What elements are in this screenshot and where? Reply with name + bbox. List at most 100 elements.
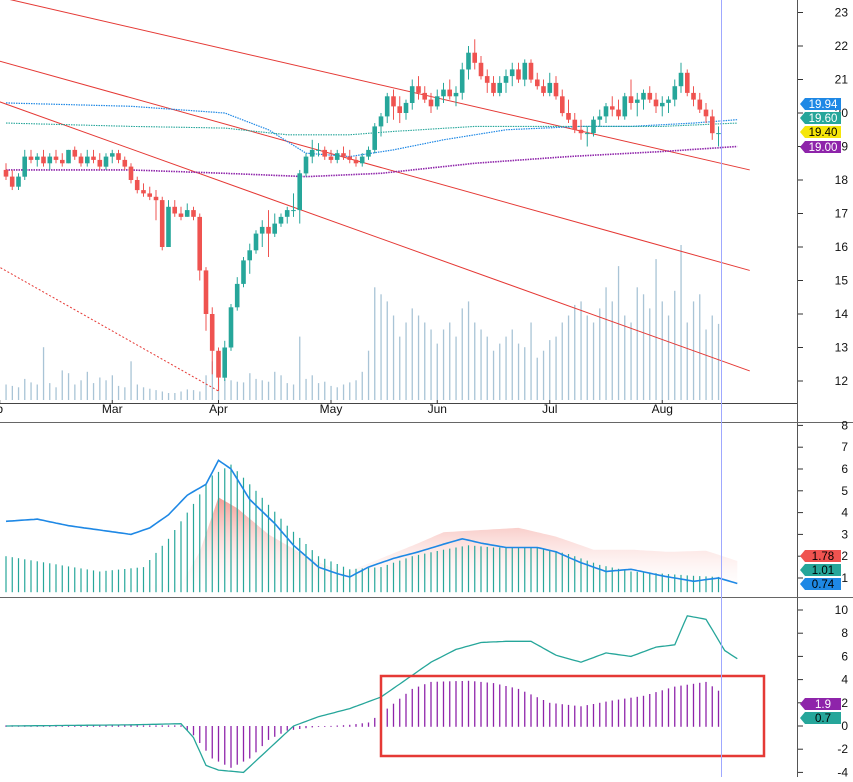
volume-bar [499, 343, 501, 400]
volume-bar [149, 388, 151, 400]
volume-bar [549, 340, 551, 400]
candle [128, 163, 134, 184]
candle [666, 96, 671, 113]
axis-tick-label: 3 [841, 527, 848, 541]
momentum-indicator-pane[interactable] [5, 615, 766, 774]
candle [191, 206, 196, 221]
candle-body [122, 159, 128, 167]
price-pane[interactable] [0, 0, 750, 400]
volume-bar [167, 393, 170, 400]
candle [459, 62, 465, 100]
candle [409, 79, 415, 110]
candle-body [641, 92, 646, 100]
volume-bar [311, 375, 313, 400]
candle-body [578, 129, 584, 134]
candle-body [203, 270, 209, 314]
volume-bar [430, 329, 432, 400]
candle-body [53, 156, 59, 160]
candle [484, 69, 490, 93]
axis-tick-label: 10 [835, 603, 849, 617]
volume-bar [161, 391, 163, 400]
candle [653, 92, 659, 113]
candle [78, 153, 84, 167]
volume-bar [442, 329, 445, 400]
candle-body [359, 156, 365, 164]
volume-bar [599, 308, 601, 400]
candle [309, 139, 315, 164]
candle-body [266, 226, 271, 234]
candle-body [547, 82, 553, 93]
candle-body [535, 79, 540, 87]
candle [85, 149, 90, 167]
axis-tick-label: 5 [841, 484, 848, 498]
axis-tick-label: 6 [841, 649, 848, 663]
axis-tick-label: 13 [835, 341, 849, 355]
volume-bar [611, 301, 613, 400]
time-axis[interactable]: b Mar Apr May Jun Jul Aug [0, 400, 673, 416]
candle [153, 190, 159, 221]
candle-body [259, 226, 265, 234]
candle [547, 72, 553, 97]
volume-bar [130, 361, 132, 400]
volume-bar [686, 322, 688, 400]
candle [266, 210, 271, 258]
candle-body [297, 173, 302, 211]
volume-bar [624, 315, 626, 400]
axis-tick-label: 8 [841, 626, 848, 640]
volume-bar [580, 301, 582, 400]
volume-bar [699, 294, 701, 400]
candle [72, 146, 78, 160]
candle-body [691, 92, 696, 100]
volume-bar [230, 380, 232, 400]
volume-bar [380, 294, 382, 400]
price-tag: 19.94 [800, 98, 841, 111]
candle [253, 230, 259, 254]
axis-tick-label: -2 [837, 742, 848, 756]
candle [141, 183, 146, 197]
volume-bar [561, 322, 563, 400]
candle [447, 79, 452, 100]
candle-body [22, 156, 27, 177]
indicator2-plot-area [5, 615, 738, 774]
candle [47, 153, 53, 170]
stock-chart-window[interactable]: 23 22 21 20 19 18 17 16 15 14 13 12 8 7 6 5 4 3 2 1 10 8 6 4 2 0-… [0, 0, 853, 779]
volume-bar [436, 343, 438, 400]
candle [703, 102, 709, 124]
volume-bar [592, 322, 595, 400]
time-tick-label: Aug [652, 402, 673, 416]
candle-body [397, 106, 402, 113]
trendline [0, 266, 219, 392]
candle-body [134, 180, 140, 191]
volatility-indicator-pane[interactable] [5, 459, 738, 593]
indicator-tag: 1.9 [800, 698, 841, 711]
volume-bar [399, 336, 401, 400]
candle [422, 86, 427, 103]
candle [716, 126, 721, 147]
volume-bar [292, 384, 295, 400]
candle-body [47, 156, 53, 164]
candle [516, 62, 521, 83]
moving-average-blue [5, 102, 738, 158]
price-tag-value: 0.7 [815, 713, 831, 725]
candle [103, 153, 109, 170]
volume-bar [111, 375, 113, 400]
volume-bar [717, 323, 720, 400]
candle-body [353, 159, 359, 164]
price-axis[interactable]: 232221201918171615141312876543211086420-… [798, 6, 849, 779]
candle [503, 69, 509, 93]
volume-bar [249, 373, 251, 400]
axis-tick-label: -4 [837, 765, 848, 777]
moving-averages [5, 102, 738, 178]
candle [159, 196, 165, 251]
candle-body [541, 86, 546, 93]
candle-body [372, 126, 377, 150]
candle [60, 153, 65, 167]
volume-bar [117, 385, 120, 400]
candle [391, 89, 396, 120]
volume-bar [261, 380, 263, 400]
candle-body [484, 76, 490, 83]
volume-bar [411, 308, 413, 400]
chart-canvas[interactable]: 232221201918171615141312876543211086420-… [0, 0, 853, 779]
price-tag: 19.40 [800, 126, 841, 139]
candle [3, 163, 9, 180]
